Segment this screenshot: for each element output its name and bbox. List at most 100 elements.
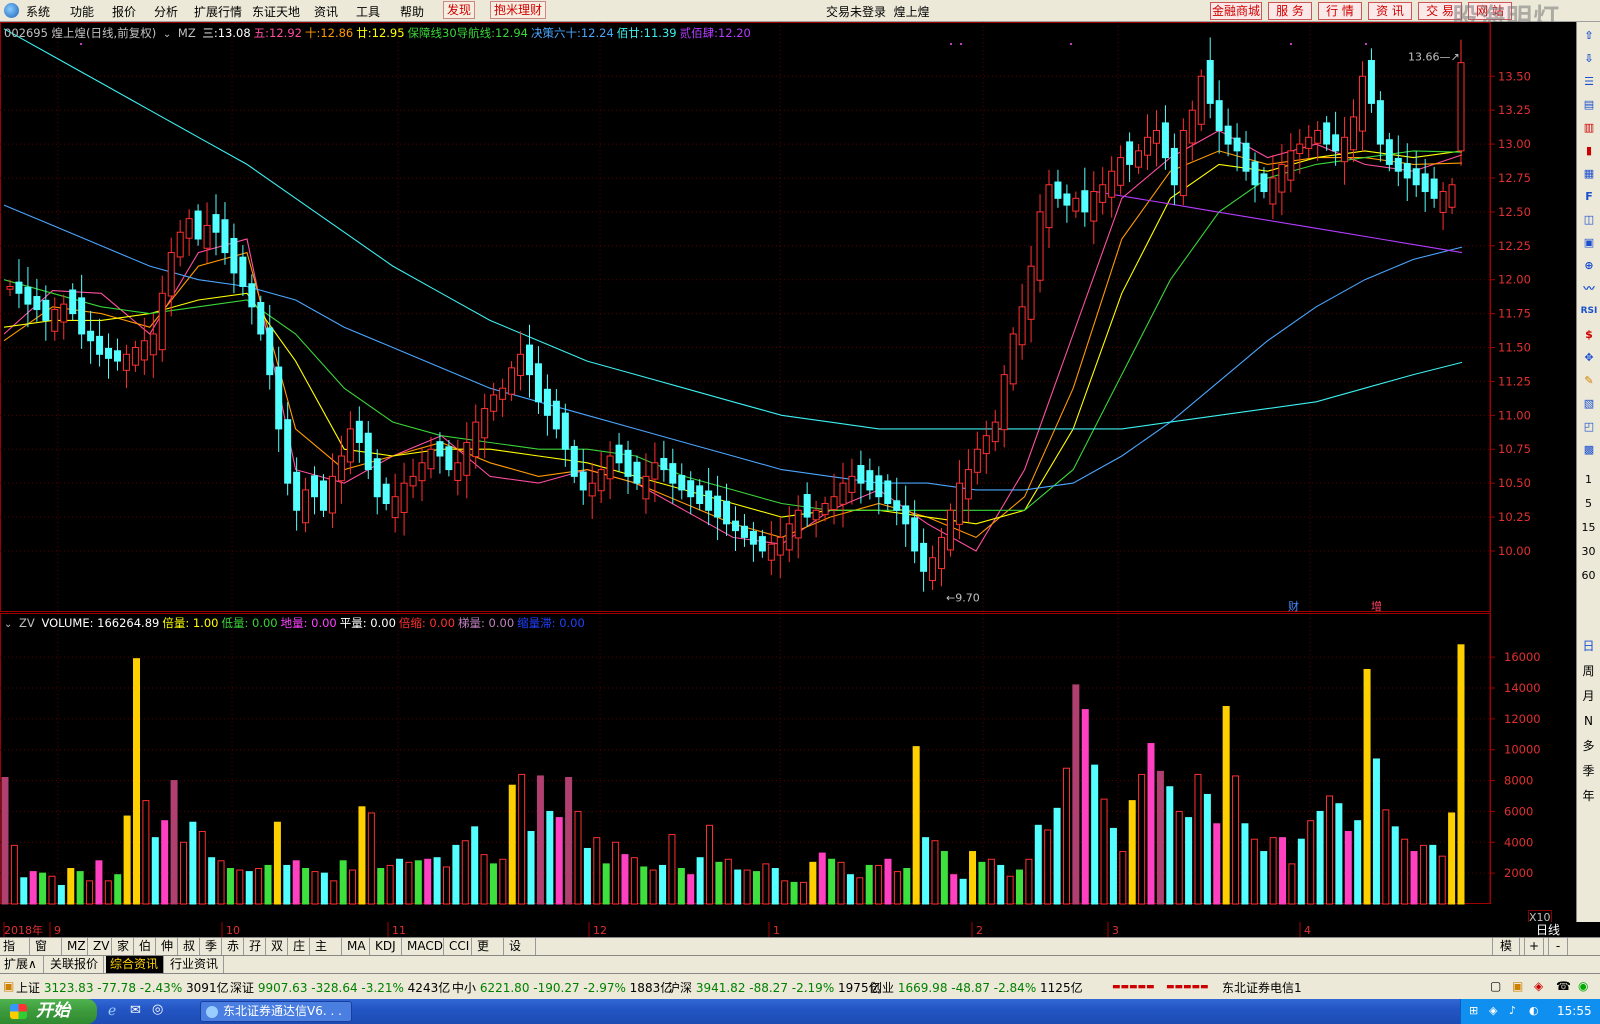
start-button[interactable]: 开始 [0, 999, 97, 1024]
network-icon[interactable]: ⊞ [1469, 1004, 1478, 1017]
browser-icon[interactable]: ◎ [152, 1002, 163, 1017]
line-chart-icon[interactable]: 〰 [1579, 278, 1599, 298]
pen-icon[interactable]: ✎ [1579, 370, 1599, 390]
chart-area[interactable]: 13.50 13.25 13.00 12.75 12.50 12.25 12.00 11.75… [0, 22, 1600, 925]
menu-system[interactable]: 系统 [26, 3, 50, 20]
period-8[interactable]: N [1577, 709, 1600, 734]
menu-analysis[interactable]: 分析 [154, 3, 178, 20]
indicator-tab-9[interactable]: 赤 [224, 938, 244, 955]
indicator-tab-8[interactable]: 季 [202, 938, 222, 955]
menu-tools[interactable]: 工具 [356, 3, 380, 20]
indicator-tab-10[interactable]: 孖 [246, 938, 266, 955]
status-lock-icon[interactable]: ▣ [1512, 979, 1523, 993]
indicator-tab-1[interactable]: 窗口 [32, 938, 62, 969]
indicator-name[interactable]: MZ [178, 26, 196, 40]
indicator-tab-11[interactable]: 双 [268, 938, 288, 955]
menu-quote[interactable]: 报价 [112, 3, 136, 20]
down-icon[interactable]: ⇩ [1579, 48, 1599, 68]
info-tab-1[interactable]: 关联报价 [46, 956, 104, 973]
ime-icon[interactable]: ◐ [1529, 1004, 1539, 1017]
menu-help[interactable]: 帮助 [400, 3, 424, 20]
fundflow-icon[interactable]: F [1579, 186, 1599, 206]
financial-mall-button[interactable]: 金融商城 [1210, 2, 1262, 20]
f10-icon[interactable]: ▤ [1579, 94, 1599, 114]
period-5[interactable]: 日 [1577, 634, 1600, 659]
chip-icon[interactable]: ◫ [1579, 209, 1599, 229]
indicator-tab-15[interactable]: KDJ [372, 938, 402, 955]
indicator-tab-19[interactable]: 设置 [506, 938, 536, 969]
indicator-tab-2[interactable]: MZ [64, 938, 88, 955]
period-4[interactable]: 60 [1577, 564, 1600, 588]
indicator-tab-17[interactable]: CCI [446, 938, 472, 955]
index-2[interactable]: 中小 6221.80 -190.27 -2.97% 1883亿 [452, 979, 672, 996]
index-3[interactable]: 沪深 3941.82 -88.27 -2.19% 1975亿 [668, 979, 881, 996]
indicator-tab-16[interactable]: MACD [404, 938, 444, 955]
grid-icon[interactable]: ▩ [1579, 439, 1599, 459]
menu-function[interactable]: 功能 [70, 3, 94, 20]
status-network-icon[interactable]: ◈ [1534, 979, 1543, 993]
event-marker-finance[interactable]: 财 [1288, 599, 1299, 613]
indicator-tab-14[interactable]: MA [344, 938, 370, 955]
period-9[interactable]: 多 [1577, 734, 1600, 759]
period-11[interactable]: 年 [1577, 784, 1600, 809]
indicator-tab-12[interactable]: 庄 [290, 938, 310, 955]
chart-icon[interactable]: ▣ [1579, 232, 1599, 252]
template-tab-2[interactable]: - [1548, 938, 1568, 955]
candles-icon[interactable]: ▮ [1579, 140, 1599, 160]
status-user-icon[interactable]: ◉ [1578, 979, 1588, 993]
indicator-tab-0[interactable]: 指标 [0, 938, 30, 969]
list-icon[interactable]: ☰ [1579, 71, 1599, 91]
indicator-tab-18[interactable]: 更多 [474, 938, 504, 969]
status-phone-icon[interactable]: ☎ [1556, 979, 1571, 993]
period-0[interactable]: 1 [1577, 468, 1600, 492]
period-3[interactable]: 30 [1577, 540, 1600, 564]
kline-volume-chart[interactable]: 13.50 13.25 13.00 12.75 12.50 12.25 12.00 11.75… [0, 22, 1576, 922]
index-4[interactable]: 创业 1669.98 -48.87 -2.84% 1125亿 [870, 979, 1083, 996]
index-1[interactable]: 深证 9907.63 -328.64 -3.21% 4243亿 [230, 979, 450, 996]
ie-icon[interactable]: ℯ [108, 1003, 116, 1019]
bars-icon[interactable]: ▥ [1579, 117, 1599, 137]
menu-discover[interactable]: 发现 [443, 1, 476, 19]
period-7[interactable]: 月 [1577, 684, 1600, 709]
zoom-icon[interactable]: ⊕ [1579, 255, 1599, 275]
orders-icon[interactable]: ▦ [1579, 163, 1599, 183]
status-info-icon[interactable]: ▢ [1490, 979, 1501, 993]
indicator-tab-4[interactable]: 家 [114, 938, 134, 955]
money-icon[interactable]: $ [1579, 324, 1599, 344]
indicator-tab-3[interactable]: ZV [90, 938, 112, 955]
menu-dongzheng[interactable]: 东证天地 [252, 3, 300, 20]
security-icon[interactable]: ◈ [1489, 1004, 1497, 1017]
calc-icon[interactable]: ▧ [1579, 393, 1599, 413]
info-button[interactable]: 资 讯 [1368, 2, 1412, 20]
period-2[interactable]: 15 [1577, 516, 1600, 540]
service-button[interactable]: 服 务 [1268, 2, 1312, 20]
period-6[interactable]: 周 [1577, 659, 1600, 684]
event-marker-increase[interactable]: 增 [1371, 599, 1382, 613]
volume-icon[interactable]: ♪ [1509, 1004, 1516, 1017]
index-0[interactable]: 上证 3123.83 -77.78 -2.43% 3091亿 [16, 979, 229, 996]
info-tab-3[interactable]: 行业资讯 [166, 956, 224, 973]
template-tab-0[interactable]: 模板 [1492, 938, 1520, 969]
indicator-tab-5[interactable]: 伯 [136, 938, 156, 955]
indicator-tab-6[interactable]: 伸 [158, 938, 178, 955]
period-10[interactable]: 季 [1577, 759, 1600, 784]
email-icon[interactable]: ✉ [130, 1003, 141, 1018]
indicator-tab-7[interactable]: 叔 [180, 938, 200, 955]
rsi-icon[interactable]: RSI [1579, 301, 1599, 321]
period-1[interactable]: 5 [1577, 492, 1600, 516]
indicator-menu-icon[interactable]: ⌄ [163, 29, 171, 40]
info-tab-2[interactable]: 综合资讯 [106, 956, 164, 973]
info-tab-0[interactable]: 扩展∧ [0, 956, 44, 973]
status-bar-icon[interactable]: ▣ [3, 979, 14, 993]
template-tab-1[interactable]: + [1524, 938, 1544, 955]
menu-baomi-finance[interactable]: 抱米理财 [490, 1, 547, 19]
indicator-tab-13[interactable]: 主力 [312, 938, 342, 969]
market-button[interactable]: 行 情 [1318, 2, 1362, 20]
taskbar-app-item[interactable]: 东北证券通达信V6. . . [200, 1001, 352, 1022]
volume-menu-icon[interactable]: ⌄ [4, 619, 12, 630]
menu-news[interactable]: 资讯 [314, 3, 338, 20]
volume-indicator-name[interactable]: ZV [19, 616, 35, 630]
menu-extended-market[interactable]: 扩展行情 [194, 3, 242, 20]
up-icon[interactable]: ⇧ [1579, 25, 1599, 45]
fs-icon[interactable]: ◰ [1579, 416, 1599, 436]
